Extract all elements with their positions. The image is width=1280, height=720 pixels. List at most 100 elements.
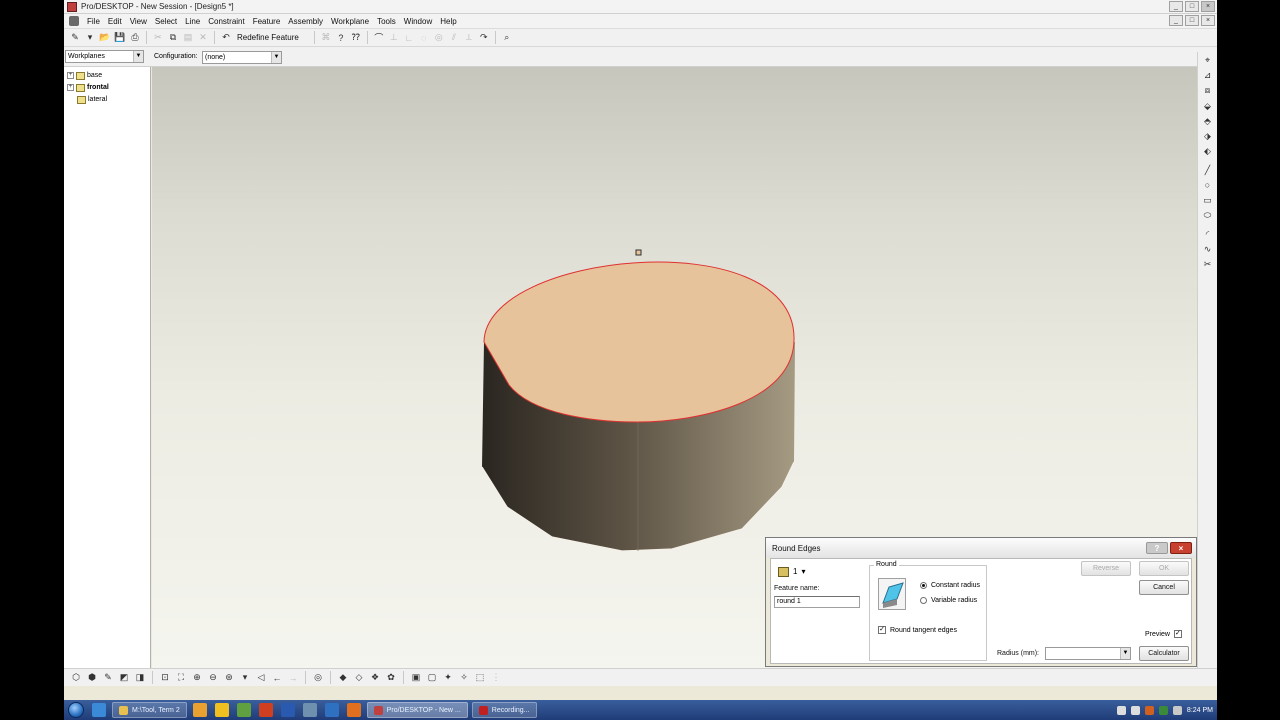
save-icon[interactable]: 💾 (114, 32, 126, 44)
radius-input[interactable]: ▼ (1045, 647, 1131, 660)
dropdown-arrow-icon[interactable]: ▾ (239, 672, 251, 684)
menu-select[interactable]: Select (151, 17, 181, 26)
tree-item-base[interactable]: + base (67, 70, 102, 81)
tree-item-frontal[interactable]: + frontal (67, 82, 109, 93)
firefox-icon[interactable] (346, 703, 361, 717)
menu-feature[interactable]: Feature (249, 17, 285, 26)
round-tangent-option[interactable]: ✓ Round tangent edges (878, 626, 957, 634)
dropdown-arrow-icon[interactable]: ▾ (84, 32, 96, 44)
network-icon[interactable] (1158, 705, 1168, 715)
menu-constraint[interactable]: Constraint (204, 17, 248, 26)
chevron-down-icon[interactable]: ▼ (271, 52, 281, 63)
expand-icon[interactable]: + (67, 84, 74, 91)
round-tangent-checkbox[interactable]: ✓ (878, 626, 886, 634)
minimize-button[interactable]: _ (1169, 1, 1183, 12)
explorer-icon[interactable] (214, 703, 229, 717)
view-lamp-icon[interactable]: ✦ (442, 672, 454, 684)
taskbar-item-prodesktop[interactable]: Pro/DESKTOP - New ... (366, 702, 468, 718)
preview-checkbox[interactable]: ✓ (1173, 630, 1182, 638)
view-front-icon[interactable]: ⬢ (86, 672, 98, 684)
close-button[interactable]: × (1201, 1, 1215, 12)
select-tool-icon[interactable]: ⌖ (1201, 54, 1214, 66)
variable-radius-option[interactable]: Variable radius (920, 597, 977, 604)
tree-icon[interactable]: ⌘ (320, 32, 332, 44)
texture-icon[interactable]: ◇ (353, 672, 365, 684)
line-tool-icon[interactable]: ╱ (1201, 164, 1214, 176)
tree-item-lateral[interactable]: lateral (77, 94, 107, 105)
document-icon[interactable] (69, 16, 79, 26)
view-camera-icon[interactable]: ⬚ (474, 672, 486, 684)
scissors-icon[interactable] (302, 703, 317, 717)
view-settings-icon[interactable]: ⋮ (490, 672, 502, 684)
cylinder-top-face[interactable] (484, 262, 795, 422)
undo-icon[interactable]: ↶ (220, 32, 232, 44)
forward-arrow-icon[interactable]: → (287, 672, 299, 684)
arc-tool-icon[interactable]: ◜ (1201, 228, 1214, 240)
parallel-icon[interactable]: ⫽ (448, 32, 460, 44)
menu-workplane[interactable]: Workplane (327, 17, 373, 26)
open-folder-icon[interactable]: 📂 (99, 32, 111, 44)
render-icon[interactable]: ❖ (369, 672, 381, 684)
ie-icon[interactable] (92, 703, 106, 717)
menu-assembly[interactable]: Assembly (284, 17, 327, 26)
view-pencil-icon[interactable]: ✎ (102, 672, 114, 684)
constant-radius-option[interactable]: Constant radius (920, 582, 980, 589)
constraint-icon[interactable]: ⊥ (388, 32, 400, 44)
chevron-down-icon[interactable]: ▼ (1120, 648, 1130, 659)
taskbar-item-recording[interactable]: Recording... (471, 702, 537, 718)
word-icon[interactable] (280, 703, 295, 717)
menu-window[interactable]: Window (400, 17, 436, 26)
help-icon[interactable]: ? (335, 32, 347, 44)
orbit-icon[interactable]: ⊛ (223, 672, 235, 684)
feature-name-field[interactable]: round 1 (774, 596, 860, 608)
menu-edit[interactable]: Edit (104, 17, 126, 26)
chevron-down-icon[interactable]: ▼ (133, 51, 143, 62)
edge-handle[interactable] (635, 249, 642, 256)
view-shaded-icon[interactable]: ◩ (118, 672, 130, 684)
configuration-dropdown[interactable]: (none) ▼ (202, 51, 282, 64)
spline-tool-icon[interactable]: ∿ (1201, 243, 1214, 255)
view-iso-icon[interactable]: ⬡ (70, 672, 82, 684)
doc-close-button[interactable]: × (1201, 15, 1215, 26)
menu-help[interactable]: Help (436, 17, 460, 26)
workplane-tool-icon[interactable]: ⊿ (1201, 69, 1214, 81)
zoom-find-icon[interactable]: ⌕ (501, 32, 513, 44)
material-icon[interactable]: ◆ (337, 672, 349, 684)
menu-tools[interactable]: Tools (373, 17, 400, 26)
spin-icon[interactable]: ◎ (312, 672, 324, 684)
previous-view-icon[interactable]: ◁ (255, 672, 267, 684)
radius-icon[interactable]: ◌ (418, 32, 430, 44)
perpendicular-icon[interactable]: ⟂ (463, 32, 475, 44)
dimension-icon[interactable]: ∟ (403, 32, 415, 44)
arc-tool-icon[interactable]: ⌒ (373, 32, 385, 44)
constant-radius-radio[interactable] (920, 582, 927, 589)
doc-minimize-button[interactable]: _ (1169, 15, 1183, 26)
dialog-help-button[interactable]: ? (1146, 542, 1168, 554)
view-solid-icon[interactable]: ◨ (134, 672, 146, 684)
trim-tool-icon[interactable]: ✂ (1201, 258, 1214, 270)
selection-filter-dropdown[interactable]: Workplanes ▼ (65, 50, 144, 63)
ok-button[interactable]: OK (1139, 561, 1189, 576)
view-box-icon[interactable]: ▢ (426, 672, 438, 684)
redo-icon[interactable]: ↷ (478, 32, 490, 44)
doc-restore-button[interactable]: □ (1185, 15, 1199, 26)
media-controls-icon[interactable] (1116, 705, 1126, 715)
maximize-button[interactable]: □ (1185, 1, 1199, 12)
menu-file[interactable]: File (83, 17, 104, 26)
back-arrow-icon[interactable]: ← (271, 672, 283, 684)
chevron-down-icon[interactable]: ▾ (801, 567, 805, 576)
redefine-feature-label[interactable]: Redefine Feature (235, 33, 309, 42)
loft-icon[interactable]: ⬖ (1201, 145, 1214, 157)
taskbar-item-folder[interactable]: M:\Tool, Term 2 (112, 702, 187, 718)
clock[interactable]: 8:24 PM (1187, 707, 1213, 714)
start-button[interactable] (64, 700, 88, 720)
zoom-out-icon[interactable]: ⊖ (207, 672, 219, 684)
feature-selector[interactable]: 1 ▾ (778, 565, 822, 578)
sweep-icon[interactable]: ⬗ (1201, 130, 1214, 142)
volume-icon[interactable] (1130, 705, 1140, 715)
view-light-icon[interactable]: ✧ (458, 672, 470, 684)
zoom-fit-icon[interactable]: ⛶ (175, 672, 187, 684)
speaker-icon[interactable] (1172, 705, 1182, 715)
circle-tool-icon[interactable]: ○ (1201, 179, 1214, 191)
rectangle-tool-icon[interactable]: ▭ (1201, 194, 1214, 206)
